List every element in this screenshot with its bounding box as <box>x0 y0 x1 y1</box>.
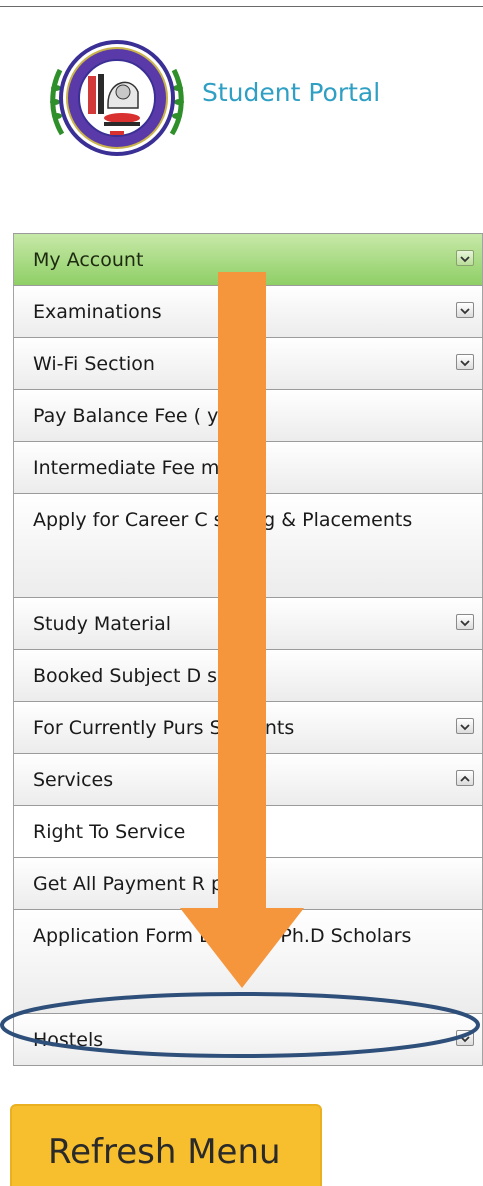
menu-item[interactable]: Get All Payment R pts <box>13 858 483 910</box>
chevron-up-icon[interactable] <box>456 770 474 786</box>
menu-item[interactable]: Services <box>13 754 483 806</box>
menu-item-label: Intermediate Fee ment <box>33 457 251 479</box>
menu-item[interactable]: Application Form Existing Ph.D Scholars <box>13 910 483 1014</box>
menu-item[interactable]: Study Material <box>13 598 483 650</box>
university-logo <box>44 30 190 160</box>
top-divider <box>0 6 483 7</box>
menu-item-label: For Currently Purs Students <box>33 717 295 739</box>
menu-item[interactable]: Booked Subject D s <box>13 650 483 702</box>
menu-item[interactable]: My Account <box>13 234 483 286</box>
menu-item-label: Booked Subject D s <box>33 665 218 687</box>
chevron-down-icon[interactable] <box>456 354 474 370</box>
chevron-down-icon[interactable] <box>456 250 474 266</box>
university-seal-logo-icon <box>50 40 184 156</box>
chevron-down-icon[interactable] <box>456 302 474 318</box>
chevron-down-icon[interactable] <box>456 614 474 630</box>
side-menu: My Account Examinations Wi-Fi Section Pay B… <box>13 233 483 1066</box>
menu-item[interactable]: Intermediate Fee ment <box>13 442 483 494</box>
menu-item[interactable]: For Currently Purs Students <box>13 702 483 754</box>
menu-item-label: Application Form Existing Ph.D Scholars <box>33 925 412 947</box>
menu-item-label: Services <box>33 769 114 791</box>
menu-item-label: Pay Balance Fee ( y) <box>33 405 226 427</box>
menu-item-label: Get All Payment R pts <box>33 873 241 895</box>
chevron-down-icon[interactable] <box>456 718 474 734</box>
menu-item[interactable]: Wi-Fi Section <box>13 338 483 390</box>
menu-item-label: Wi-Fi Section <box>33 353 155 375</box>
menu-item-label: Examinations <box>33 301 162 323</box>
menu-item[interactable]: Pay Balance Fee ( y) <box>13 390 483 442</box>
menu-item-label: Hostels <box>33 1029 104 1051</box>
menu-item-label: Right To Service <box>33 821 186 843</box>
menu-item[interactable]: Apply for Career C selling & Placements <box>13 494 483 598</box>
refresh-menu-button[interactable]: Refresh Menu <box>10 1104 322 1186</box>
menu-item[interactable]: Examinations <box>13 286 483 338</box>
menu-item[interactable]: Right To Service <box>13 806 483 858</box>
menu-item-label: Apply for Career C selling & Placements <box>33 509 413 531</box>
student-portal-page: Student Portal My Account Examinations Wi-… <box>0 0 483 1186</box>
chevron-down-icon[interactable] <box>456 1030 474 1046</box>
portal-title: Student Portal <box>202 78 381 107</box>
menu-item-label: My Account <box>33 249 144 271</box>
menu-item-label: Study Material <box>33 613 172 635</box>
menu-item[interactable]: Hostels <box>13 1014 483 1066</box>
